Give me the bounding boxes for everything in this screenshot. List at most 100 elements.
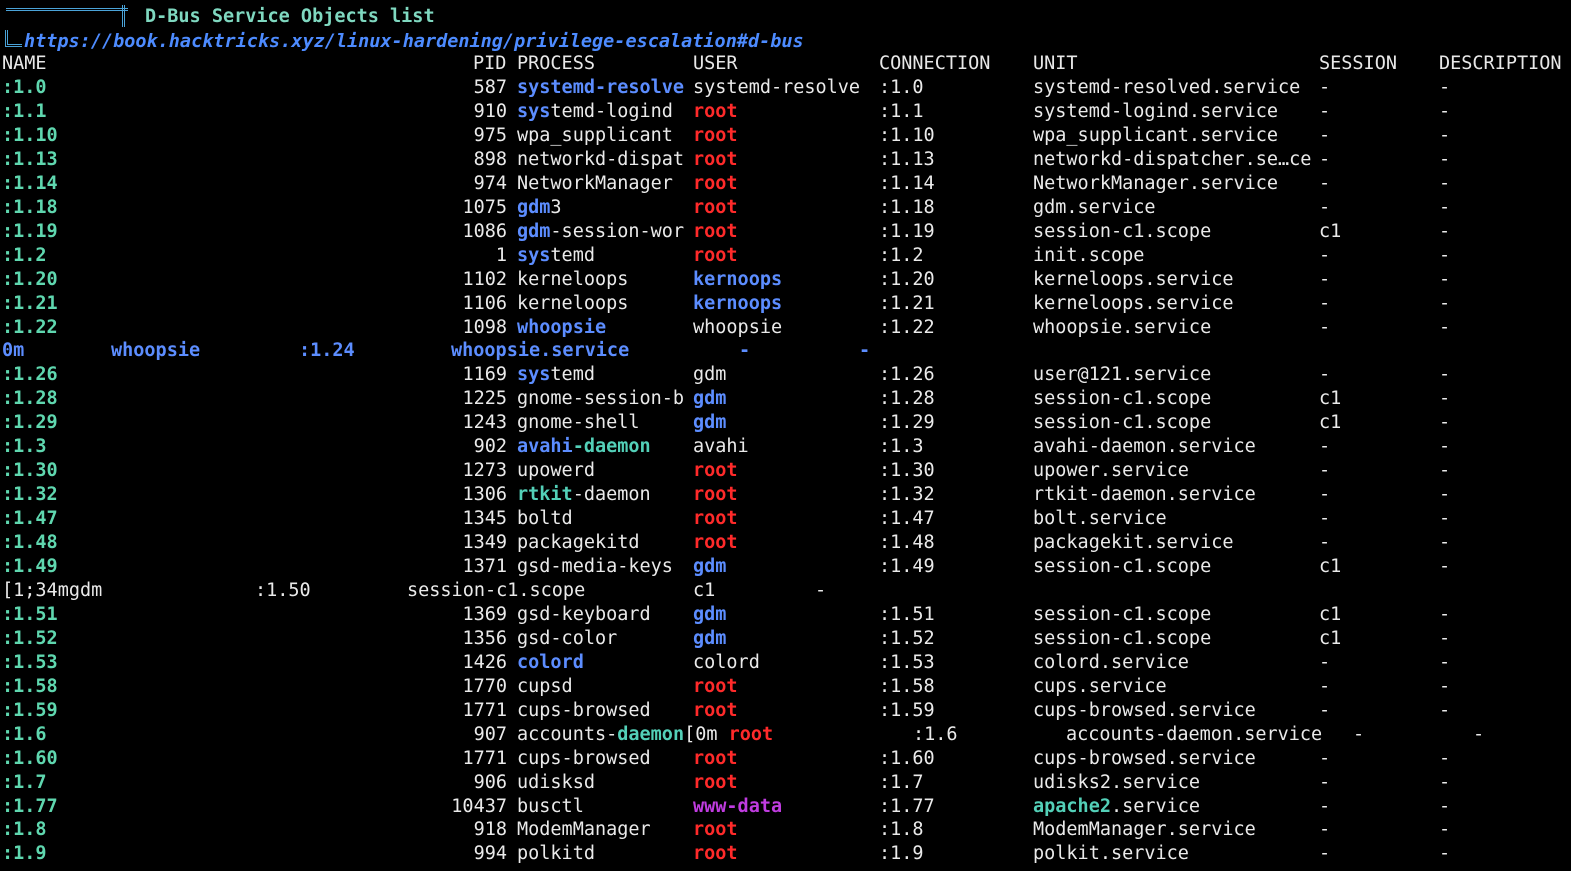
cell-unit: udisks2.service (1033, 771, 1200, 795)
cell-user: root (693, 459, 738, 483)
cell-user-part: gdm (693, 364, 727, 386)
cell-description: - (1473, 723, 1485, 745)
cell-connection: :1.48 (879, 532, 935, 554)
cell-description: - (1439, 436, 1451, 458)
cell-unit: networkd-dispatcher.se…ce (1033, 148, 1311, 172)
cell-process-part: udisksd (517, 771, 595, 793)
cell-user: systemd-resolve (693, 76, 860, 100)
cell-unit: kerneloops.service (1033, 268, 1233, 292)
cell-process-part: rtkit (517, 484, 573, 506)
cell-user-part: root (693, 819, 738, 841)
cell-process-part: networkd-dispat (517, 148, 685, 170)
cell-name: :1.7 (2, 771, 47, 793)
cell-process: kerneloops (517, 268, 628, 292)
cell-process: gsd-color (517, 627, 617, 651)
cell-unit: colord.service (1033, 651, 1189, 675)
cell-pid: 902 (473, 436, 507, 458)
cell-process-part: temd (550, 364, 595, 386)
cell-connection: :1.49 (879, 556, 935, 577)
cell-unit-part: session-c1.scope (1033, 627, 1212, 649)
cell-pid: 918 (473, 819, 507, 841)
reference-link[interactable]: https://book.hacktricks.xyz/linux-harden… (24, 31, 804, 52)
raw-cell: - (815, 579, 827, 601)
cell-session: - (1319, 819, 1331, 841)
raw-cell: :1.24 (299, 340, 355, 362)
cell-session: c1 (1319, 627, 1342, 649)
cell-unit: avahi-daemon.service (1033, 435, 1256, 459)
cell-process: kerneloops (517, 292, 628, 316)
cell-process-part: NetworkManager (517, 172, 673, 194)
cell-pid: 1169 (462, 364, 507, 386)
cell-name: :1.6 (2, 723, 47, 745)
cell-name: :1.26 (2, 364, 58, 386)
cell-session: - (1319, 675, 1331, 697)
cell-name: :1.58 (2, 675, 58, 697)
cell-connection: :1.9 (879, 843, 924, 865)
cell-pid: 1225 (462, 388, 507, 410)
cell-user: root (693, 100, 738, 124)
cell-user-part: gdm (693, 627, 727, 649)
cell-connection: :1.52 (879, 627, 935, 649)
cell-session: - (1319, 292, 1331, 314)
cell-user-part: root (693, 172, 738, 194)
cell-pid: 1426 (462, 651, 507, 673)
cell-description: - (1439, 556, 1451, 577)
col-name: NAME (2, 53, 47, 74)
cell-unit-part: rtkit-daemon.service (1033, 484, 1256, 506)
cell-pid: 907 (473, 723, 507, 745)
cell-pid: 1369 (462, 603, 507, 625)
cell-process-part: sys (517, 244, 551, 266)
cell-name: :1.3 (2, 436, 47, 458)
cell-pid: 898 (473, 148, 507, 170)
cell-unit: whoopsie.service (1033, 316, 1211, 340)
cell-session: - (1319, 148, 1331, 170)
cell-unit-part: kerneloops.service (1033, 292, 1234, 314)
cell-name: :1.30 (2, 460, 58, 482)
cell-process-part: ModemManager (517, 819, 651, 841)
cell-session: - (1319, 532, 1331, 554)
cell-description: - (1439, 843, 1451, 865)
cell-pid: 1 (495, 244, 507, 266)
cell-process-part: -daemon (572, 484, 651, 506)
cell-description: - (1439, 651, 1451, 673)
cell-process-part: upowerd (517, 460, 595, 482)
cell-process: packagekitd (517, 531, 640, 555)
cell-description: - (1439, 388, 1451, 410)
cell-user: root (693, 244, 738, 268)
cell-name: :1.59 (2, 699, 58, 721)
cell-unit: bolt.service (1033, 507, 1167, 531)
cell-process-part: gdm (517, 196, 551, 218)
cell-session: - (1319, 77, 1331, 98)
col-unit: UNIT (1033, 53, 1078, 74)
cell-unit: systemd-resolved.service (1033, 76, 1300, 100)
cell-user-part: gdm (693, 388, 727, 410)
cell-process-part: -session-wor (550, 220, 685, 242)
cell-unit: kerneloops.service (1033, 292, 1233, 316)
cell-pid: 1102 (462, 268, 507, 290)
cell-unit: session-c1.scope (1033, 387, 1211, 411)
cell-process-part: polkitd (517, 843, 595, 865)
cell-session: c1 (1319, 556, 1342, 577)
box-frame-decoration (6, 8, 128, 21)
cell-process: colord (517, 651, 584, 675)
cell-session: - (1319, 771, 1331, 793)
cell-connection: :1.60 (879, 747, 935, 769)
cell-pid: 1086 (462, 220, 507, 242)
cell-process: cups-browsed (517, 747, 651, 771)
cell-pid: 1243 (462, 412, 507, 434)
cell-user-part: root (693, 675, 738, 697)
cell-user-part: gdm (693, 412, 727, 434)
cell-unit-part: systemd-logind.service (1033, 100, 1279, 122)
cell-pid: 1106 (462, 292, 507, 314)
cell-connection: :1.10 (879, 124, 935, 146)
cell-unit-part: systemd-resolved.service (1033, 77, 1301, 98)
cell-unit-part: packagekit.service (1033, 532, 1234, 554)
cell-process-part: gsd-media-keys (517, 556, 673, 577)
cell-process: gdm-session-wor (517, 220, 684, 244)
cell-unit-part: networkd-dispatcher.se…ce (1033, 148, 1312, 170)
cell-pid: 1075 (462, 196, 507, 218)
raw-cell: :1.50 (255, 579, 311, 601)
cell-description: - (1439, 603, 1451, 625)
cell-description: - (1439, 172, 1451, 194)
cell-description: - (1439, 747, 1451, 769)
